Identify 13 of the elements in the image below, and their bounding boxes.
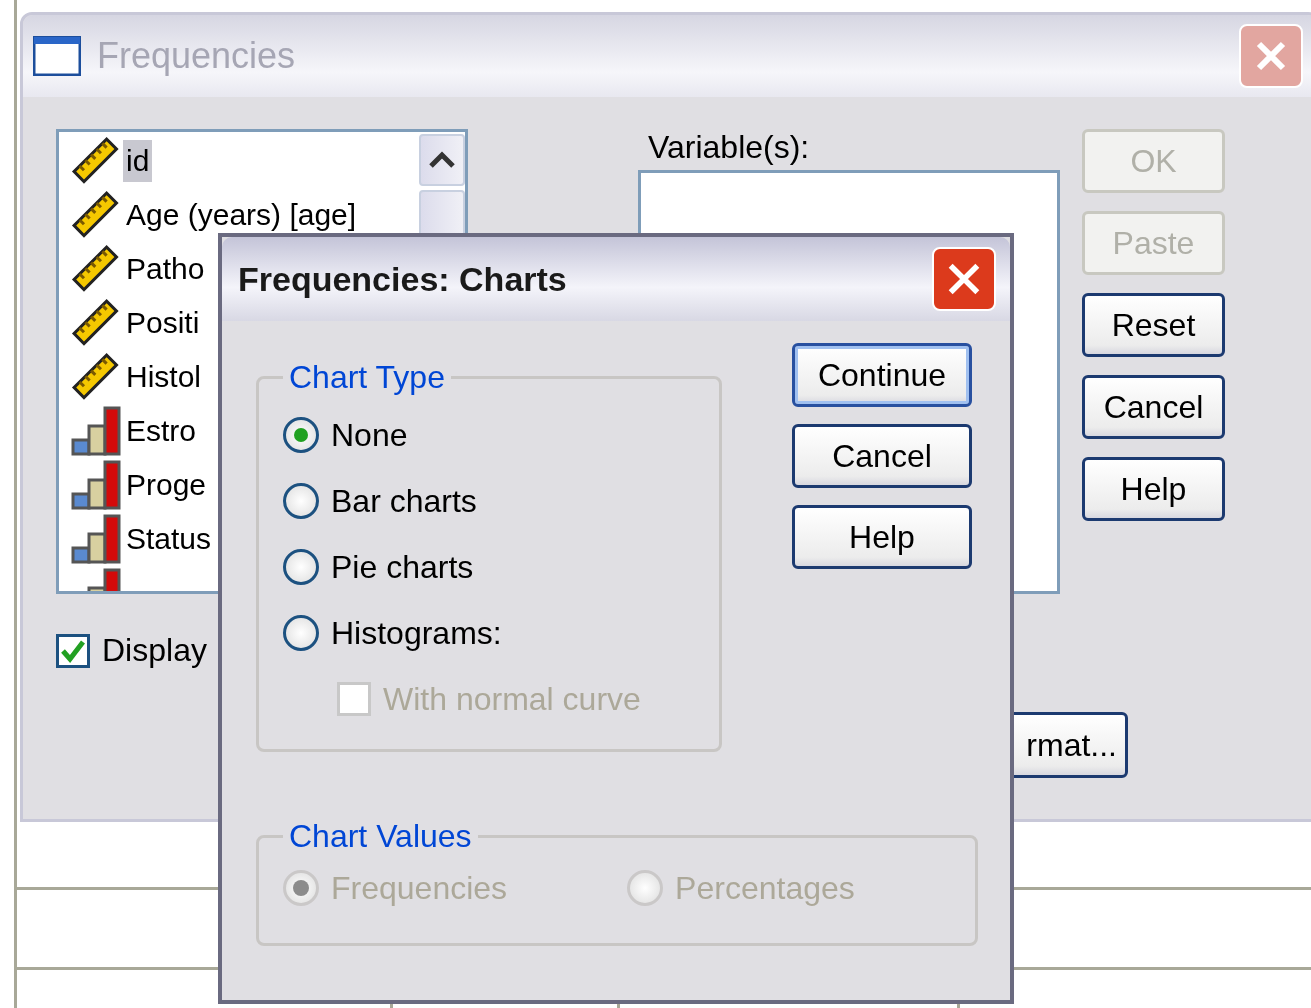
- window-title: Frequencies: [97, 35, 297, 77]
- group-label: Chart Values: [288, 818, 473, 855]
- checkbox-label: Display: [102, 632, 207, 669]
- radio-label: Percentages: [675, 869, 855, 907]
- radio-label: Frequencies: [331, 869, 508, 907]
- radio-label: None: [331, 416, 408, 454]
- group-label: Chart Type: [288, 359, 446, 396]
- radio-label: Bar charts: [331, 482, 477, 520]
- checkbox-label: With normal curve: [383, 680, 641, 718]
- window-title: Frequencies: Charts: [238, 259, 568, 299]
- radio-label: Histograms:: [331, 614, 502, 652]
- variables-label: Variable(s):: [648, 129, 810, 166]
- radio-label: Pie charts: [331, 548, 474, 586]
